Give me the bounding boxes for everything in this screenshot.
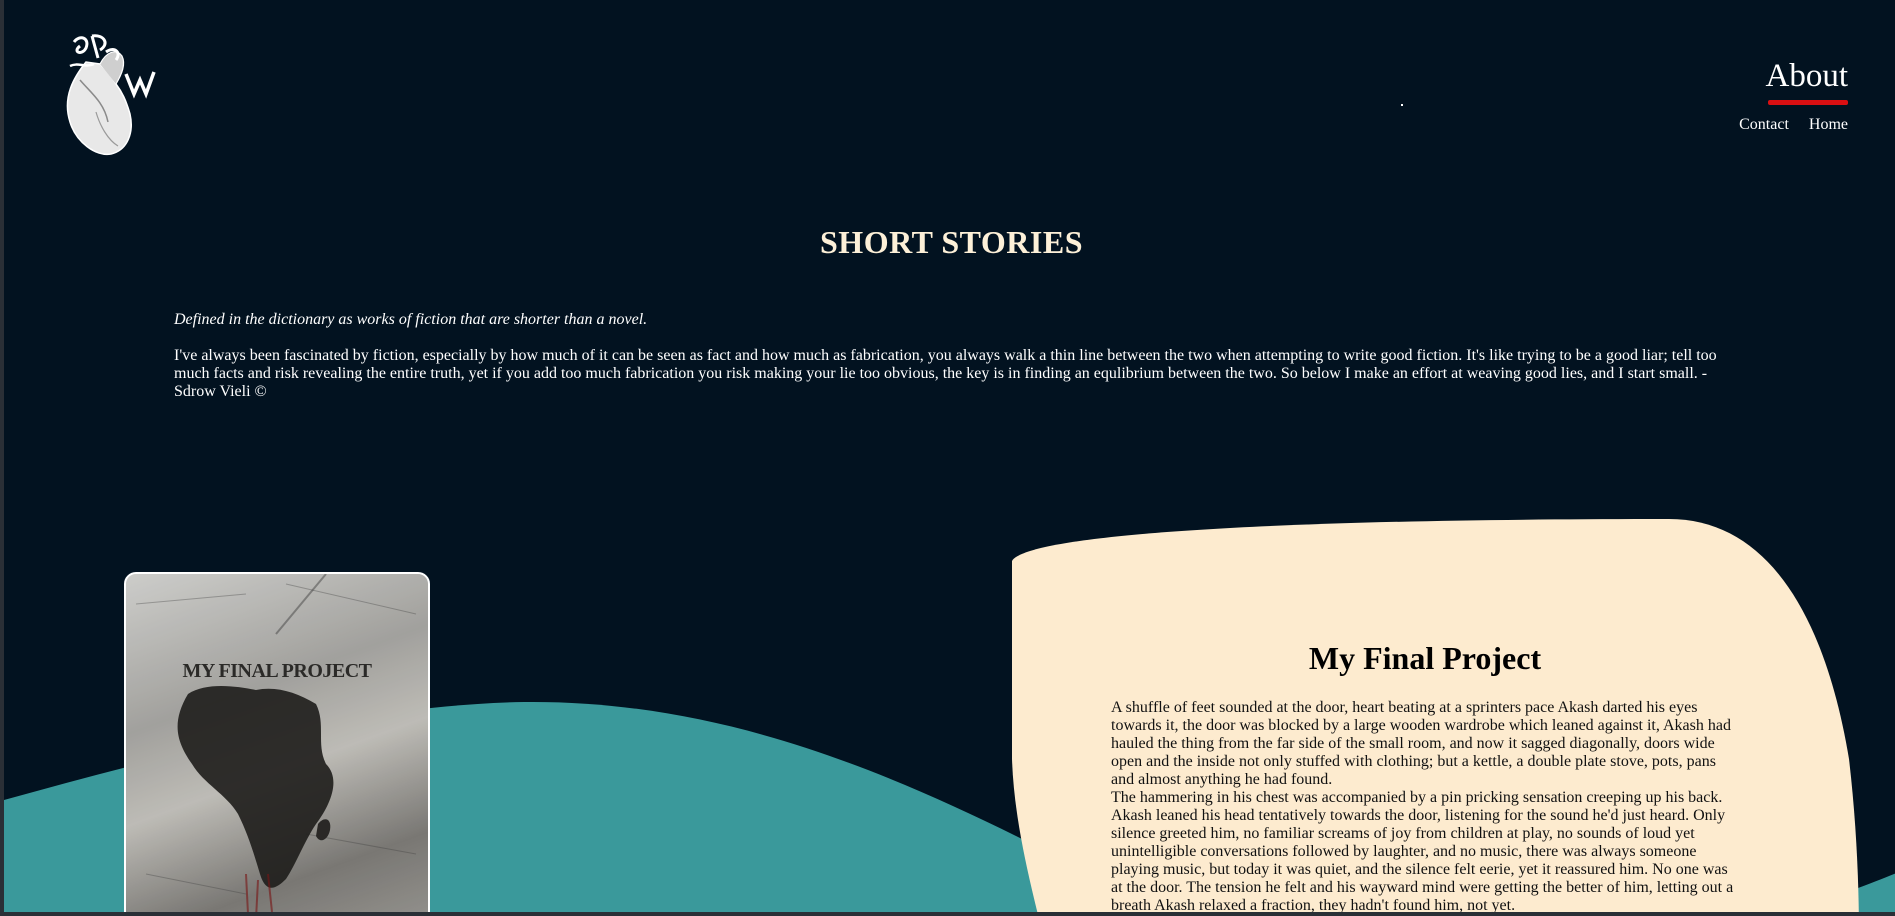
story-cover-image[interactable]: MY FINAL PROJECT [124,572,430,916]
nav-active-underline [1768,100,1848,105]
story-paragraph: A shuffle of feet sounded at the door, h… [1111,699,1731,788]
cover-title: MY FINAL PROJECT [182,660,372,682]
intro-tagline: Defined in the dictionary as works of fi… [174,311,648,328]
page-title: SHORT STORIES [820,224,1083,260]
cover-art [126,574,428,916]
page: About Contact Home SHORT STORIES Defined… [0,0,1895,916]
nav-home-link[interactable]: Home [1809,116,1848,134]
window-bottom-border [4,912,1895,916]
story-title[interactable]: My Final Project [1012,640,1838,677]
story-body: A shuffle of feet sounded at the door, h… [1111,699,1739,915]
heart-logo-icon[interactable] [56,22,168,162]
intro-body: I've always been fascinated by fiction, … [174,347,1717,400]
story-paragraph: The hammering in his chest was accompani… [1111,789,1734,914]
nav-contact-link[interactable]: Contact [1739,116,1789,134]
nav-links: Contact Home [1739,116,1848,134]
nav-about-link[interactable]: About [1766,60,1849,93]
nav-dot [1401,104,1403,106]
